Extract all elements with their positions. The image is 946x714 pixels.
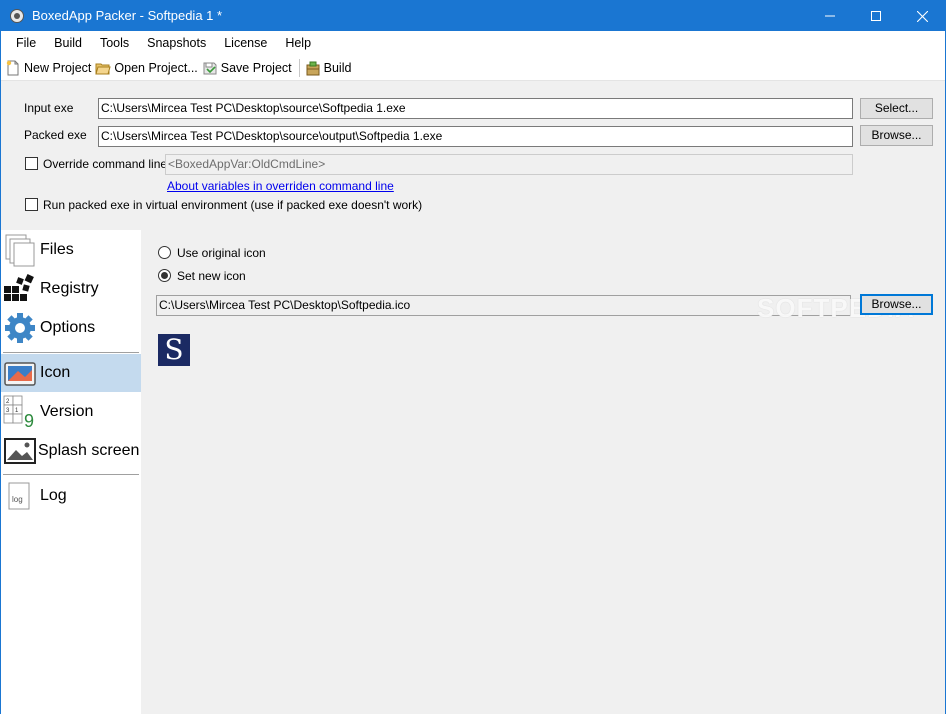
close-icon bbox=[916, 10, 928, 22]
maximize-icon bbox=[871, 11, 881, 21]
save-icon bbox=[203, 62, 217, 74]
override-checkbox[interactable] bbox=[25, 157, 38, 170]
app-logo-icon bbox=[10, 9, 24, 23]
menu-file[interactable]: File bbox=[7, 31, 45, 55]
variables-link[interactable]: About variables in overriden command lin… bbox=[167, 179, 394, 193]
window-title: BoxedApp Packer - Softpedia 1 * bbox=[32, 8, 223, 23]
input-exe-label: Input exe bbox=[24, 101, 74, 115]
icon-icon bbox=[4, 362, 36, 386]
sidebar-label-version: Version bbox=[40, 403, 94, 420]
minimize-icon bbox=[825, 15, 835, 17]
build-icon bbox=[306, 61, 320, 75]
use-original-icon-radio[interactable] bbox=[158, 246, 171, 259]
sidebar-item-version[interactable]: 2 3 1 9 Version bbox=[1, 393, 141, 431]
sidebar: Files Registry Options Icon 2 3 1 9 Vers… bbox=[1, 230, 141, 714]
virtual-env-label: Run packed exe in virtual environment (u… bbox=[43, 198, 423, 212]
save-project-button[interactable]: Save Project bbox=[201, 57, 295, 79]
sidebar-label-registry: Registry bbox=[40, 280, 99, 297]
registry-icon bbox=[4, 274, 34, 301]
set-new-icon-radio[interactable] bbox=[158, 269, 171, 282]
gear-icon bbox=[5, 313, 35, 343]
version-icon: 2 3 1 9 bbox=[3, 395, 34, 429]
sidebar-item-splash[interactable]: Splash screen bbox=[1, 432, 141, 470]
browse-packed-button[interactable]: Browse... bbox=[860, 125, 933, 146]
title-bar: BoxedApp Packer - Softpedia 1 * bbox=[1, 1, 945, 31]
sidebar-label-options: Options bbox=[40, 319, 96, 336]
sidebar-divider bbox=[3, 352, 139, 353]
app-window: BoxedApp Packer - Softpedia 1 * File Bui… bbox=[0, 0, 946, 714]
menu-license[interactable]: License bbox=[215, 31, 276, 55]
sidebar-label-files: Files bbox=[40, 241, 74, 258]
splash-icon bbox=[4, 438, 36, 464]
menu-bar: File Build Tools Snapshots License Help bbox=[1, 31, 945, 55]
sidebar-label-splash: Splash screen bbox=[38, 442, 140, 459]
build-label: Build bbox=[323, 60, 352, 75]
save-project-label: Save Project bbox=[220, 60, 292, 75]
open-project-label: Open Project... bbox=[114, 60, 198, 75]
open-project-button[interactable]: Open Project... bbox=[94, 57, 200, 79]
minimize-button[interactable] bbox=[807, 1, 853, 31]
menu-snapshots[interactable]: Snapshots bbox=[138, 31, 215, 55]
use-original-icon-label: Use original icon bbox=[177, 246, 266, 260]
new-file-icon bbox=[6, 60, 19, 75]
svg-text:log: log bbox=[12, 495, 23, 504]
select-button[interactable]: Select... bbox=[860, 98, 933, 119]
sidebar-item-icon[interactable]: Icon bbox=[1, 354, 141, 392]
menu-build[interactable]: Build bbox=[45, 31, 91, 55]
log-icon: log bbox=[8, 482, 30, 510]
close-button[interactable] bbox=[899, 1, 945, 31]
sidebar-label-log: Log bbox=[40, 487, 67, 504]
sidebar-item-log[interactable]: log Log bbox=[1, 477, 141, 515]
svg-text:9: 9 bbox=[24, 411, 34, 429]
browse-icon-button[interactable]: Browse... bbox=[860, 294, 933, 315]
files-icon bbox=[5, 234, 35, 267]
icon-path-field[interactable]: C:\Users\Mircea Test PC\Desktop\Softpedi… bbox=[156, 295, 851, 316]
new-project-button[interactable]: New Project bbox=[4, 57, 94, 79]
override-label: Override command line bbox=[43, 157, 168, 171]
sidebar-item-registry[interactable]: Registry bbox=[1, 270, 141, 308]
sidebar-item-options[interactable]: Options bbox=[1, 309, 141, 347]
sidebar-label-icon: Icon bbox=[40, 364, 71, 381]
icon-preview: S bbox=[158, 334, 190, 366]
packed-exe-label: Packed exe bbox=[24, 128, 87, 142]
sidebar-item-files[interactable]: Files bbox=[1, 231, 141, 269]
input-exe-field[interactable]: C:\Users\Mircea Test PC\Desktop\source\S… bbox=[98, 98, 853, 119]
packed-exe-field[interactable]: C:\Users\Mircea Test PC\Desktop\source\o… bbox=[98, 126, 853, 147]
maximize-button[interactable] bbox=[853, 1, 899, 31]
override-field[interactable]: <BoxedAppVar:OldCmdLine> bbox=[165, 154, 853, 175]
sidebar-divider-2 bbox=[3, 474, 139, 475]
new-project-label: New Project bbox=[24, 60, 92, 75]
open-folder-icon bbox=[95, 63, 112, 74]
menu-help[interactable]: Help bbox=[276, 31, 320, 55]
build-button[interactable]: Build bbox=[304, 57, 355, 79]
set-new-icon-label: Set new icon bbox=[177, 269, 246, 283]
menu-tools[interactable]: Tools bbox=[91, 31, 138, 55]
toolbar: New Project Open Project... Save Project bbox=[1, 55, 945, 81]
virtual-env-checkbox[interactable] bbox=[25, 198, 38, 211]
toolbar-separator bbox=[298, 58, 300, 77]
